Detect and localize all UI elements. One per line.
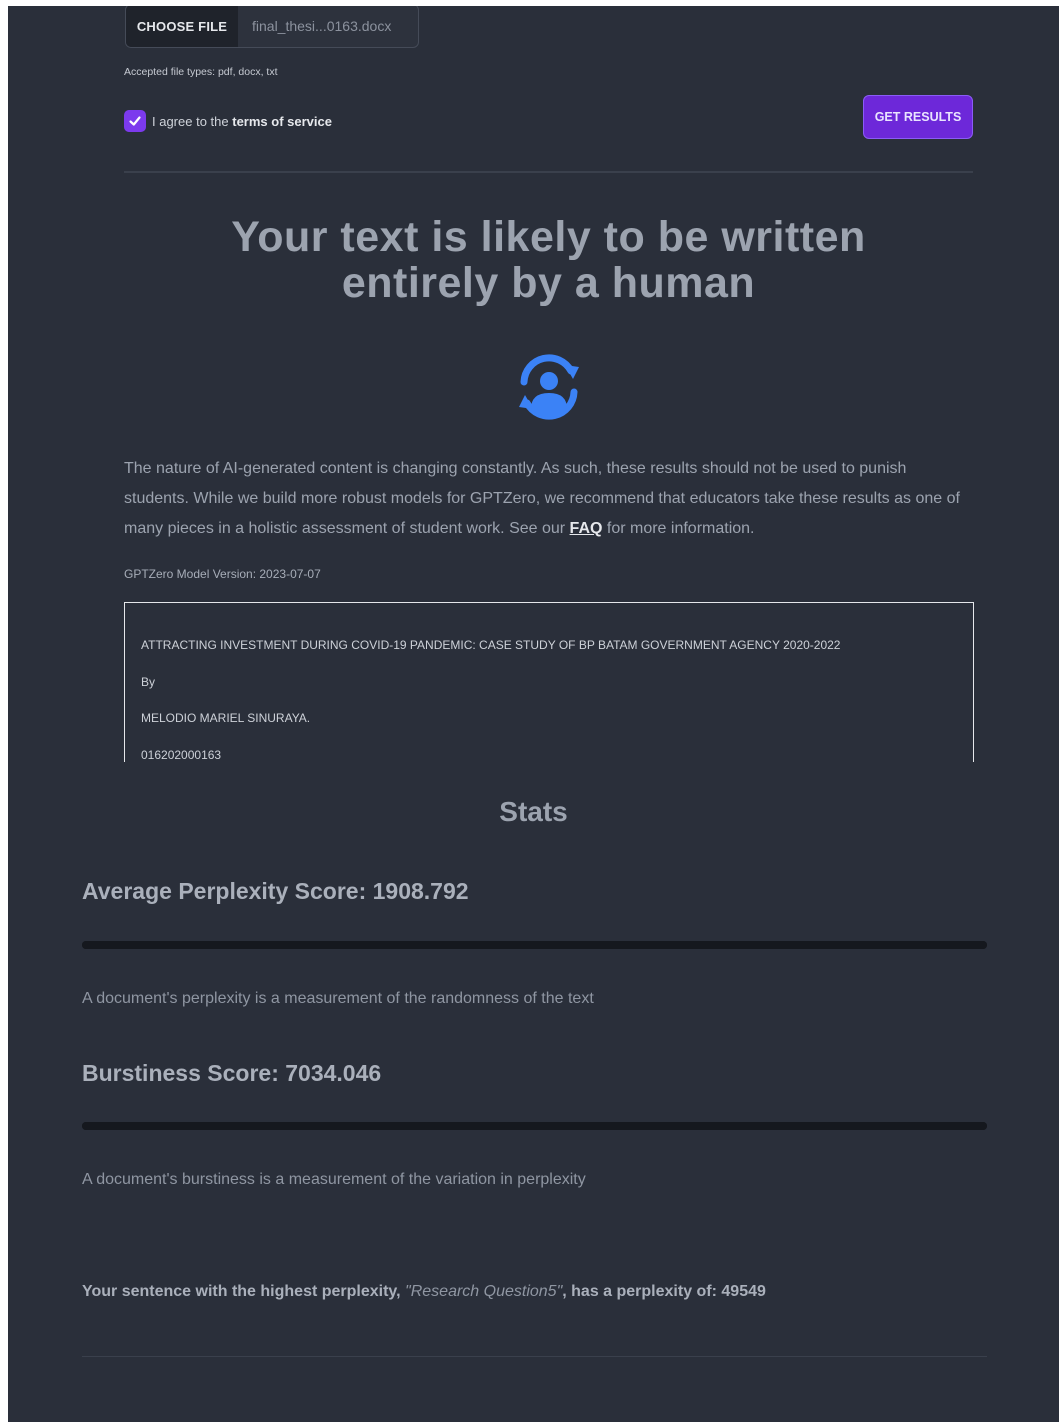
terms-of-service-link[interactable]: terms of service <box>232 114 332 129</box>
divider <box>124 171 973 173</box>
terms-label: I agree to the terms of service <box>152 114 332 129</box>
notice-suffix: for more information. <box>602 520 755 537</box>
document-line: By <box>141 675 156 689</box>
result-headline-line-2: entirely by a human <box>341 259 756 307</box>
get-results-button[interactable]: GET RESULTS <box>863 95 973 139</box>
faq-link[interactable]: FAQ <box>570 520 603 537</box>
ai-content-notice: The nature of AI-generated content is ch… <box>124 454 969 544</box>
terms-prefix: I agree to the <box>152 113 233 129</box>
selected-file-name: final_thesi...0163.docx <box>252 18 392 34</box>
result-headline: Your text is likely to be written entire… <box>124 214 973 306</box>
burstiness-description: A document's burstiness is a measurement… <box>82 1171 586 1188</box>
burstiness-score: Burstiness Score: 7034.046 <box>82 1060 382 1086</box>
document-line: 016202000163 <box>141 748 222 762</box>
terms-agreement: I agree to the terms of service <box>124 110 332 132</box>
terms-checkbox[interactable] <box>124 110 146 132</box>
model-version: GPTZero Model Version: 2023-07-07 <box>124 567 321 581</box>
checkmark-icon <box>129 116 141 126</box>
choose-file-button[interactable]: Choose File <box>126 6 238 47</box>
highest-prefix: Your sentence with the highest perplexit… <box>82 1283 406 1300</box>
document-preview[interactable]: ATTRACTING INVESTMENT DURING COVID-19 PA… <box>124 602 974 762</box>
result-headline-line-1: Your text is likely to be written <box>231 213 866 261</box>
human-person-icon <box>519 354 579 420</box>
document-line: MELODIO MARIEL SINURAYA. <box>141 711 311 725</box>
burstiness-bar-fill <box>82 1122 987 1130</box>
results-page: Choose File final_thesi...0163.docx Acce… <box>8 6 1059 1422</box>
divider <box>82 1356 987 1357</box>
file-upload[interactable]: Choose File final_thesi...0163.docx <box>125 6 419 48</box>
highest-suffix: , has a perplexity of: 49549 <box>562 1283 766 1300</box>
highest-sentence-quote: "Research Question5" <box>405 1283 563 1300</box>
highest-perplexity-sentence: Your sentence with the highest perplexit… <box>82 1283 766 1301</box>
accepted-file-types: Accepted file types: pdf, docx, txt <box>124 66 278 78</box>
stats-title: Stats <box>499 796 568 827</box>
perplexity-bar <box>82 941 987 949</box>
notice-text: The nature of AI-generated content is ch… <box>124 460 960 537</box>
burstiness-bar <box>82 1122 987 1130</box>
perplexity-description: A document's perplexity is a measurement… <box>82 990 594 1007</box>
document-line: ATTRACTING INVESTMENT DURING COVID-19 PA… <box>141 638 841 652</box>
perplexity-bar-fill <box>82 941 987 949</box>
perplexity-score: Average Perplexity Score: 1908.792 <box>82 878 469 904</box>
